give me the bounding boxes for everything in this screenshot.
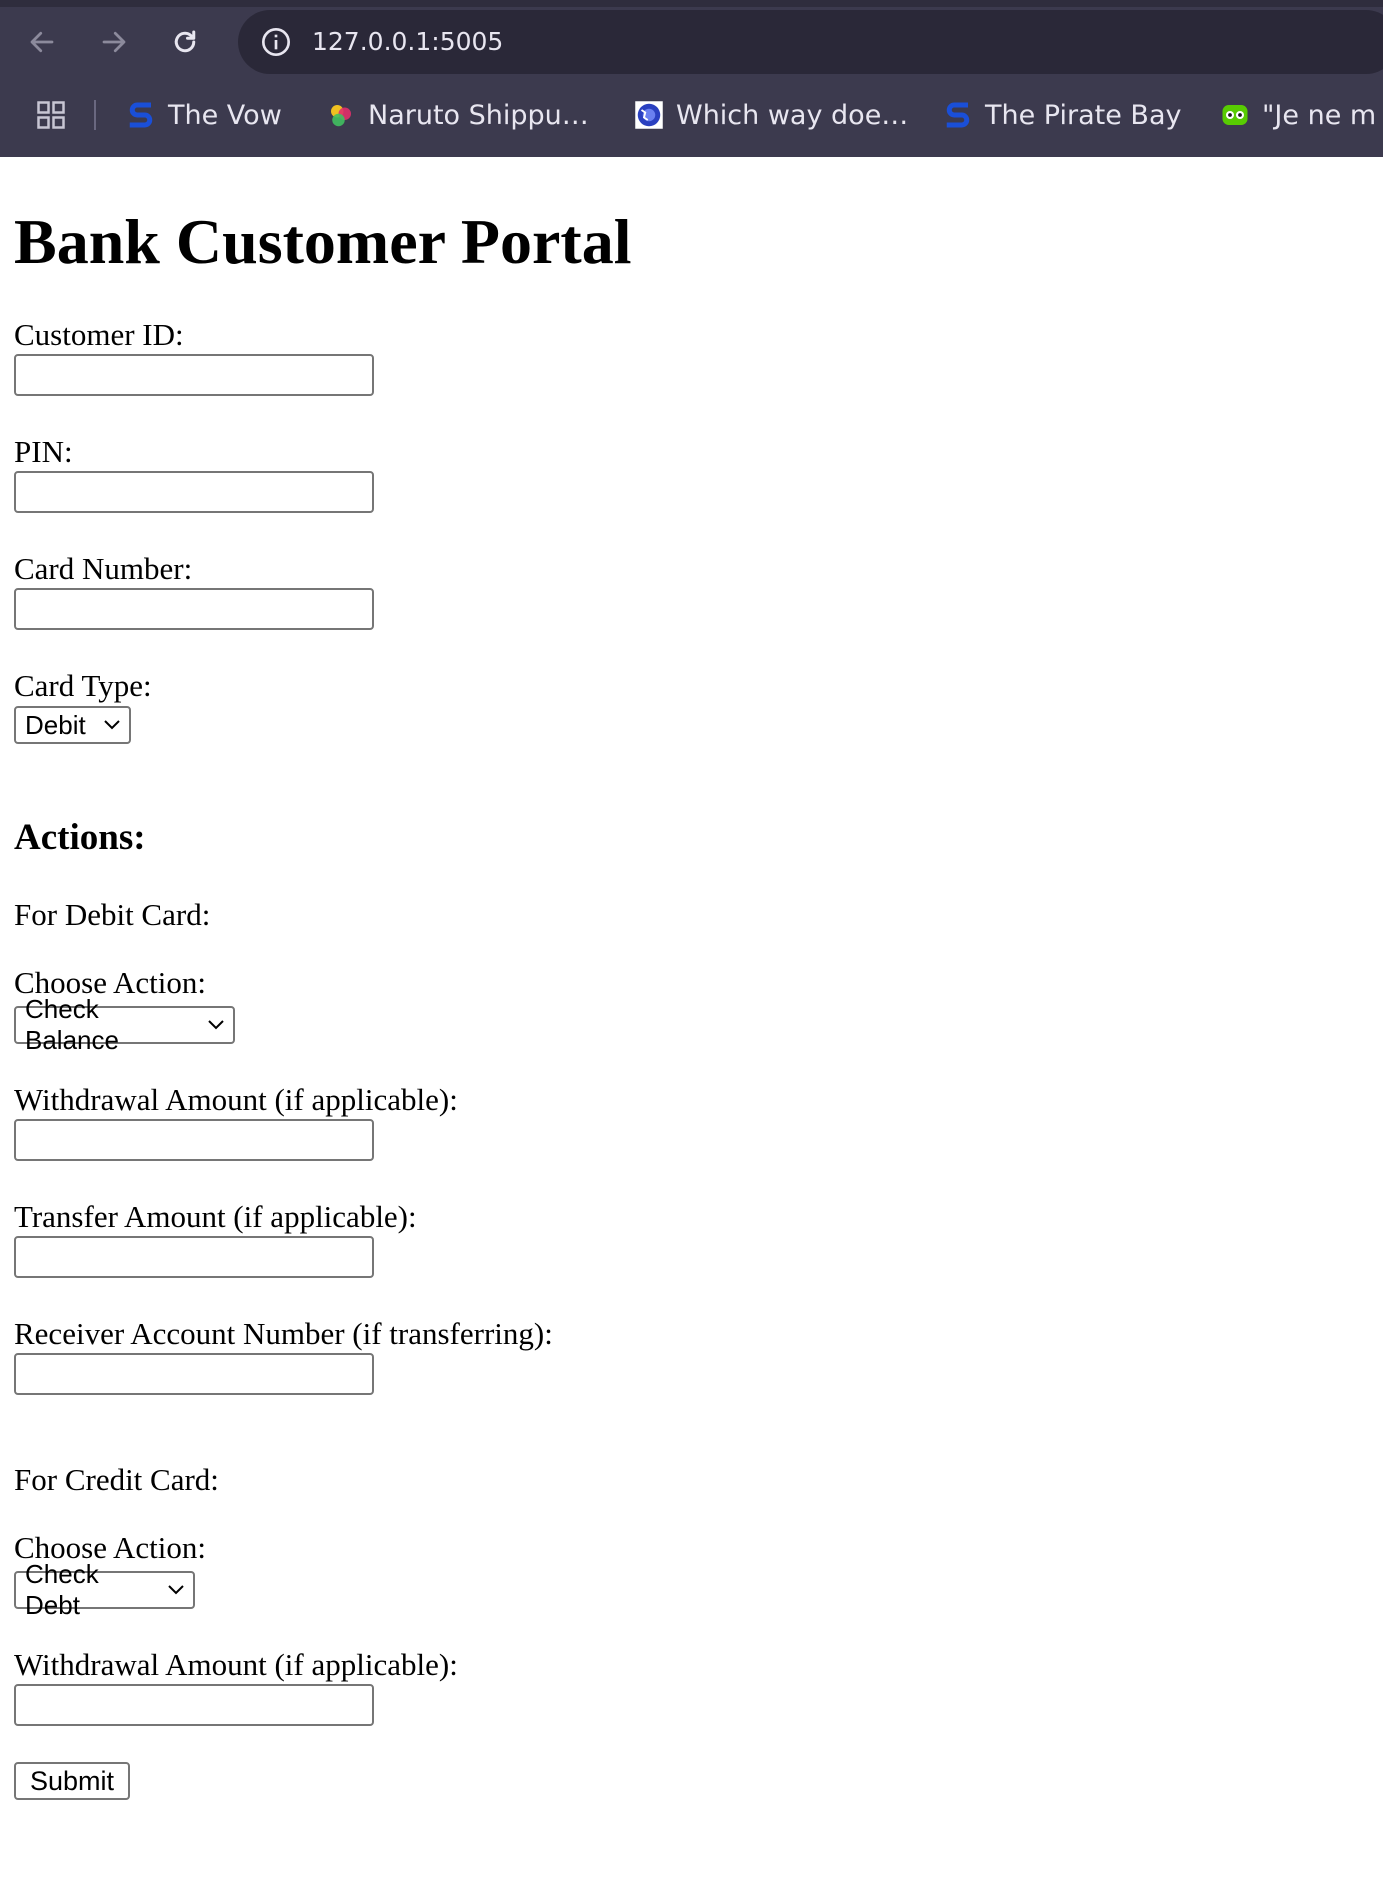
debit-withdrawal-input[interactable]: [14, 1119, 374, 1161]
page-title: Bank Customer Portal: [14, 206, 632, 277]
receiver-account-label: Receiver Account Number (if transferring…: [14, 1316, 553, 1351]
card-type-select[interactable]: Debit: [14, 706, 131, 744]
forward-button[interactable]: [96, 24, 132, 60]
arrow-left-icon: [30, 31, 54, 53]
bookmark-label: "Je ne m: [1262, 99, 1377, 131]
s-logo-icon: [946, 102, 970, 128]
bookmark-label: The Vow: [168, 99, 282, 131]
credit-heading: For Credit Card:: [14, 1462, 219, 1497]
debit-heading: For Debit Card:: [14, 897, 211, 932]
credit-withdrawal-input[interactable]: [14, 1684, 374, 1726]
url-text[interactable]: 127.0.0.1:5005: [312, 27, 503, 56]
owl-icon: [1222, 105, 1248, 125]
reload-button[interactable]: [167, 24, 203, 60]
apps-grid-icon[interactable]: [36, 100, 66, 130]
debit-action-selected: Check Balance: [25, 994, 119, 1055]
customer-id-input[interactable]: [14, 354, 374, 396]
reload-icon: [174, 30, 196, 53]
receiver-account-input[interactable]: [14, 1353, 374, 1395]
bookmark-pirate-bay[interactable]: The Pirate Bay: [943, 93, 1181, 137]
tab-strip-edge: [0, 0, 1383, 7]
back-button[interactable]: [24, 24, 60, 60]
debit-withdrawal-label: Withdrawal Amount (if applicable):: [14, 1082, 458, 1117]
card-number-label: Card Number:: [14, 551, 193, 586]
pin-label: PIN:: [14, 434, 73, 469]
globe-icon: [635, 101, 663, 129]
bookmark-label: Naruto Shippu…: [368, 99, 589, 131]
credit-action-select[interactable]: Check Debt: [14, 1559, 195, 1620]
chevron-down-icon: [168, 1585, 184, 1595]
bookmark-the-vow[interactable]: The Vow: [126, 93, 282, 137]
bookmark-je-ne[interactable]: "Je ne m: [1220, 93, 1376, 137]
s-logo-icon: [129, 102, 153, 128]
bookmark-naruto[interactable]: Naruto Shippu…: [326, 93, 589, 137]
customer-id-label: Customer ID:: [14, 317, 184, 352]
bookmark-separator: [94, 100, 96, 130]
browser-chrome: 127.0.0.1:5005 The Vow Naruto Shippu… Wh…: [0, 0, 1383, 157]
chevron-down-icon: [208, 1020, 224, 1030]
colorful-logo-icon: [331, 105, 351, 127]
card-type-label: Card Type:: [14, 668, 152, 703]
actions-heading: Actions:: [14, 817, 146, 858]
card-type-selected: Debit: [25, 709, 86, 740]
card-number-input[interactable]: [14, 588, 374, 630]
bookmark-label: Which way doe…: [676, 99, 909, 131]
address-bar[interactable]: 127.0.0.1:5005: [238, 10, 1383, 74]
info-icon[interactable]: [260, 26, 292, 58]
credit-withdrawal-label: Withdrawal Amount (if applicable):: [14, 1647, 458, 1682]
chevron-down-icon: [104, 720, 120, 730]
submit-button[interactable]: Submit: [14, 1762, 131, 1800]
transfer-amount-label: Transfer Amount (if applicable):: [14, 1199, 417, 1234]
transfer-amount-input[interactable]: [14, 1236, 374, 1278]
debit-action-select[interactable]: Check Balance: [14, 994, 235, 1055]
bookmark-label: The Pirate Bay: [985, 99, 1182, 131]
pin-input[interactable]: [14, 471, 374, 513]
bookmark-which-way[interactable]: Which way doe…: [634, 93, 908, 137]
credit-action-selected: Check Debt: [25, 1559, 99, 1620]
arrow-right-icon: [102, 31, 126, 53]
